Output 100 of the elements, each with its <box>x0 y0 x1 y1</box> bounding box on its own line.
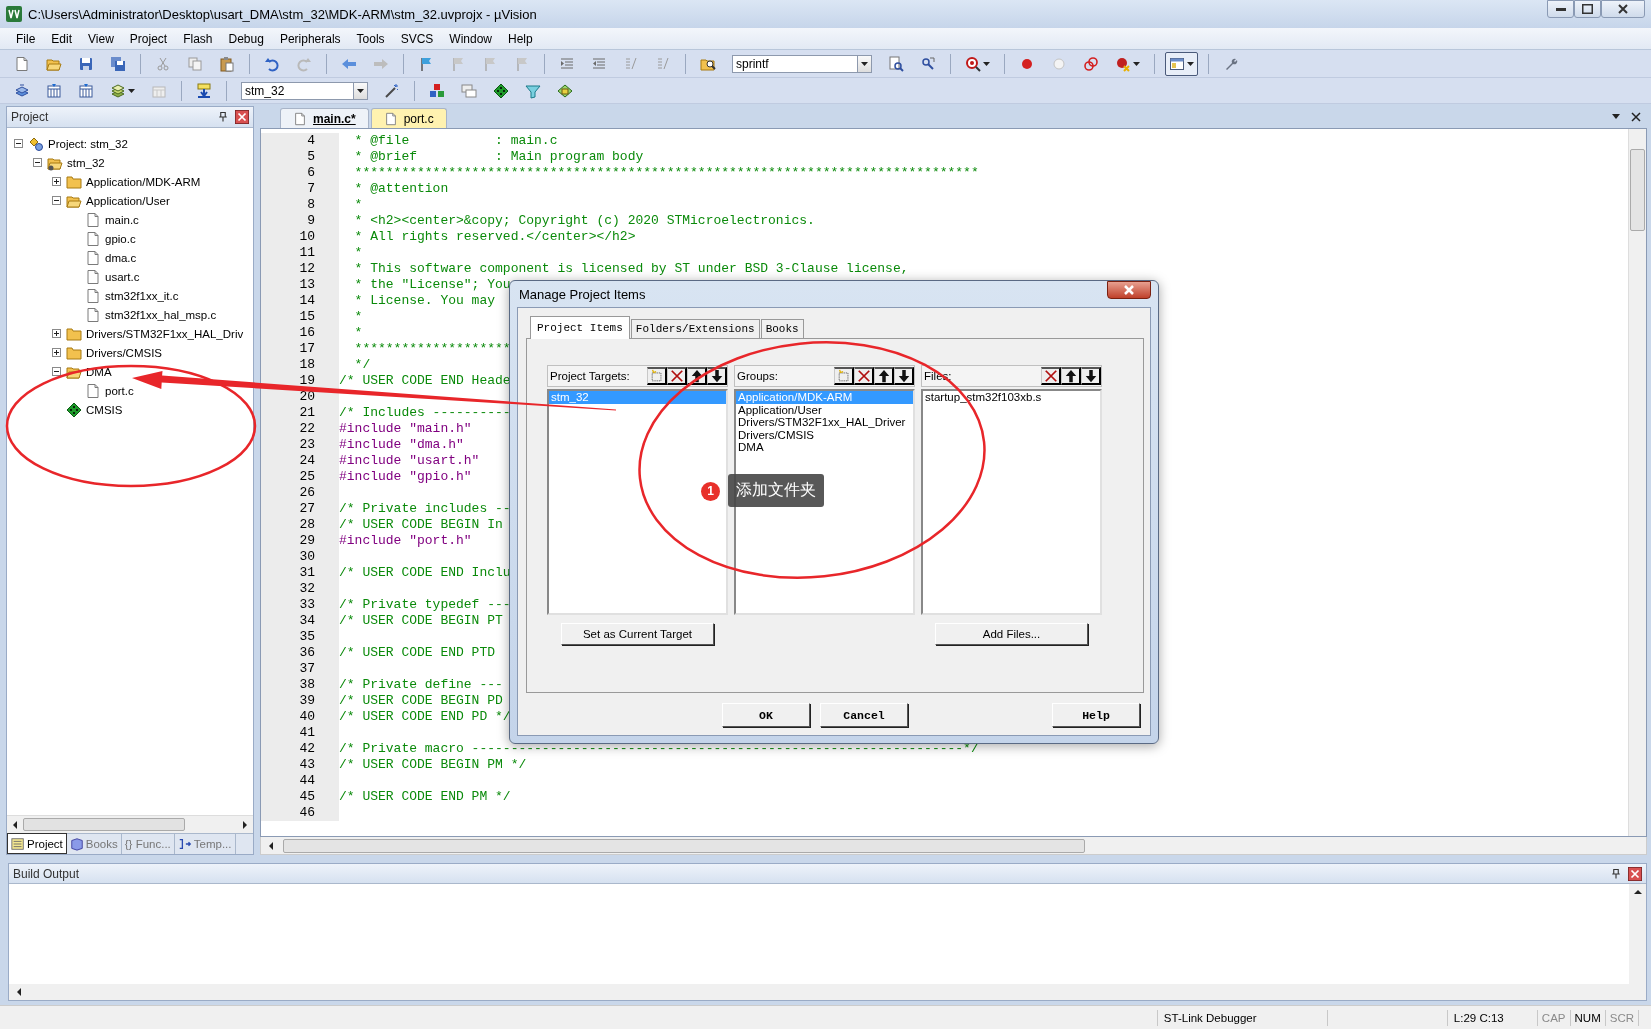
code-line: /* USER CODE BEGIN PM */ <box>339 757 527 773</box>
dropdown-icon[interactable] <box>1611 112 1621 120</box>
move-up-icon <box>876 369 891 383</box>
batch-build-icon[interactable] <box>110 82 126 99</box>
move-up-button[interactable] <box>874 367 894 385</box>
list-item[interactable]: Drivers/CMSIS <box>736 428 913 441</box>
tree-item[interactable]: gpio.c <box>105 232 136 245</box>
line-number: 24 <box>261 453 339 469</box>
target-select[interactable]: stm_32 <box>241 81 353 100</box>
code-line: #include "main.h" <box>339 421 472 437</box>
menu-item[interactable]: View <box>80 29 122 48</box>
file-icon <box>85 211 101 228</box>
dialog-button[interactable]: OK <box>722 703 810 727</box>
menu-item[interactable]: Edit <box>43 29 81 48</box>
debug-icon[interactable] <box>965 55 981 72</box>
list-item[interactable]: Drivers/STM32F1xx_HAL_Driver <box>736 416 913 429</box>
menu-item[interactable]: Peripherals <box>271 29 349 48</box>
horizontal-scrollbar[interactable] <box>260 837 1647 855</box>
delete-button[interactable] <box>667 367 687 385</box>
close-button[interactable] <box>1107 281 1151 299</box>
key-indicator: NUM <box>1569 1009 1605 1026</box>
move-down-button[interactable] <box>1081 367 1101 385</box>
line-number: 14 <box>261 293 339 309</box>
code-line: * This software component is licensed by ST under BSD 3-Clause license, <box>353 261 909 277</box>
list-item[interactable]: Application/User <box>736 403 913 416</box>
vertical-scrollbar[interactable] <box>1629 884 1646 984</box>
panel-tab[interactable]: {} Func... <box>121 834 175 854</box>
collapse-toggle[interactable] <box>33 158 42 167</box>
dropdown-button[interactable] <box>353 81 368 100</box>
delete-button[interactable] <box>1041 367 1061 385</box>
new-item-button[interactable] <box>834 367 854 385</box>
dialog-tab[interactable]: Project Items <box>530 316 630 339</box>
expand-toggle[interactable] <box>52 177 61 186</box>
file-icon <box>85 306 101 323</box>
menu-item[interactable]: Project <box>121 29 176 48</box>
menu-item[interactable]: Flash <box>175 29 221 48</box>
move-up-button[interactable] <box>1061 367 1081 385</box>
tree-item[interactable]: dma.c <box>105 251 137 264</box>
code-line: /* Includes ---------- <box>339 405 511 421</box>
tree-item[interactable]: port.c <box>105 384 134 397</box>
kill-breakpoints-icon[interactable] <box>1115 55 1131 72</box>
window-layout-button[interactable] <box>1165 51 1198 76</box>
editor-tab[interactable]: main.c* <box>280 108 369 128</box>
vertical-scrollbar[interactable] <box>1628 129 1646 836</box>
panel-tab[interactable]: Temp... <box>174 834 236 854</box>
menu-item[interactable]: Tools <box>348 29 393 48</box>
list-action-button[interactable]: Add Files... <box>935 623 1088 645</box>
horizontal-scrollbar[interactable] <box>7 815 253 833</box>
expand-toggle[interactable] <box>52 329 61 338</box>
tree-item[interactable]: main.c <box>105 213 139 226</box>
tree-item[interactable]: Drivers/STM32F1xx_HAL_Driv <box>86 327 244 340</box>
close-icon[interactable] <box>1631 112 1641 122</box>
editor-tab[interactable]: port.c <box>370 108 447 128</box>
list-item[interactable]: DMA <box>736 441 913 454</box>
debugger-status: ST-Link Debugger <box>1156 1009 1327 1026</box>
line-number: 9 <box>261 213 339 229</box>
minimize-button[interactable] <box>1547 0 1574 18</box>
tree-item[interactable]: usart.c <box>105 270 140 283</box>
tree-item[interactable]: stm32f1xx_hal_msp.c <box>105 308 217 321</box>
menu-item[interactable]: Debug <box>220 29 272 48</box>
panel-tab[interactable]: Books <box>66 834 122 854</box>
collapse-toggle[interactable] <box>52 196 61 205</box>
tree-item[interactable]: Application/MDK-ARM <box>86 175 201 188</box>
expand-toggle[interactable] <box>52 348 61 357</box>
menu-item[interactable]: File <box>8 29 44 48</box>
menu-item[interactable]: Help <box>500 29 541 48</box>
close-icon[interactable] <box>235 110 249 124</box>
dialog-tab[interactable]: Books <box>760 319 804 338</box>
line-number: 43 <box>261 757 339 773</box>
delete-button[interactable] <box>854 367 874 385</box>
close-icon[interactable] <box>1628 866 1642 881</box>
tree-item[interactable]: stm32f1xx_it.c <box>105 289 179 302</box>
close-button[interactable] <box>1601 0 1645 18</box>
line-number: 18 <box>261 357 339 373</box>
find-field[interactable]: sprintf <box>732 54 857 73</box>
horizontal-scrollbar[interactable] <box>9 984 1646 1000</box>
window-layout-icon[interactable] <box>1169 55 1185 72</box>
list-action-button[interactable]: Set as Current Target <box>561 623 714 645</box>
menu-item[interactable]: SVCS <box>392 29 442 48</box>
new-item-button[interactable] <box>647 367 667 385</box>
collapse-toggle[interactable] <box>14 139 23 148</box>
move-down-button[interactable] <box>894 367 914 385</box>
line-number: 34 <box>261 613 339 629</box>
dropdown-button[interactable] <box>857 54 872 73</box>
code-line: * <box>353 197 363 213</box>
tree-item[interactable]: CMSIS <box>86 403 123 416</box>
tree-item[interactable]: Drivers/CMSIS <box>86 346 163 359</box>
dialog-button[interactable]: Help <box>1052 703 1140 727</box>
delete-icon <box>669 369 684 383</box>
scroll-left-icon <box>15 987 23 997</box>
line-number: 44 <box>261 773 339 789</box>
dialog-button[interactable]: Cancel <box>820 703 908 727</box>
maximize-button[interactable] <box>1574 0 1601 18</box>
tree-item[interactable]: stm_32 <box>67 156 105 169</box>
tree-item[interactable]: Application/User <box>86 194 170 207</box>
collapse-toggle[interactable] <box>52 367 61 376</box>
menu-item[interactable]: Window <box>441 29 500 48</box>
panel-tab[interactable]: Project <box>7 833 67 854</box>
tree-item[interactable]: Project: stm_32 <box>48 137 128 150</box>
dialog-tab[interactable]: Folders/Extensions <box>630 319 760 338</box>
